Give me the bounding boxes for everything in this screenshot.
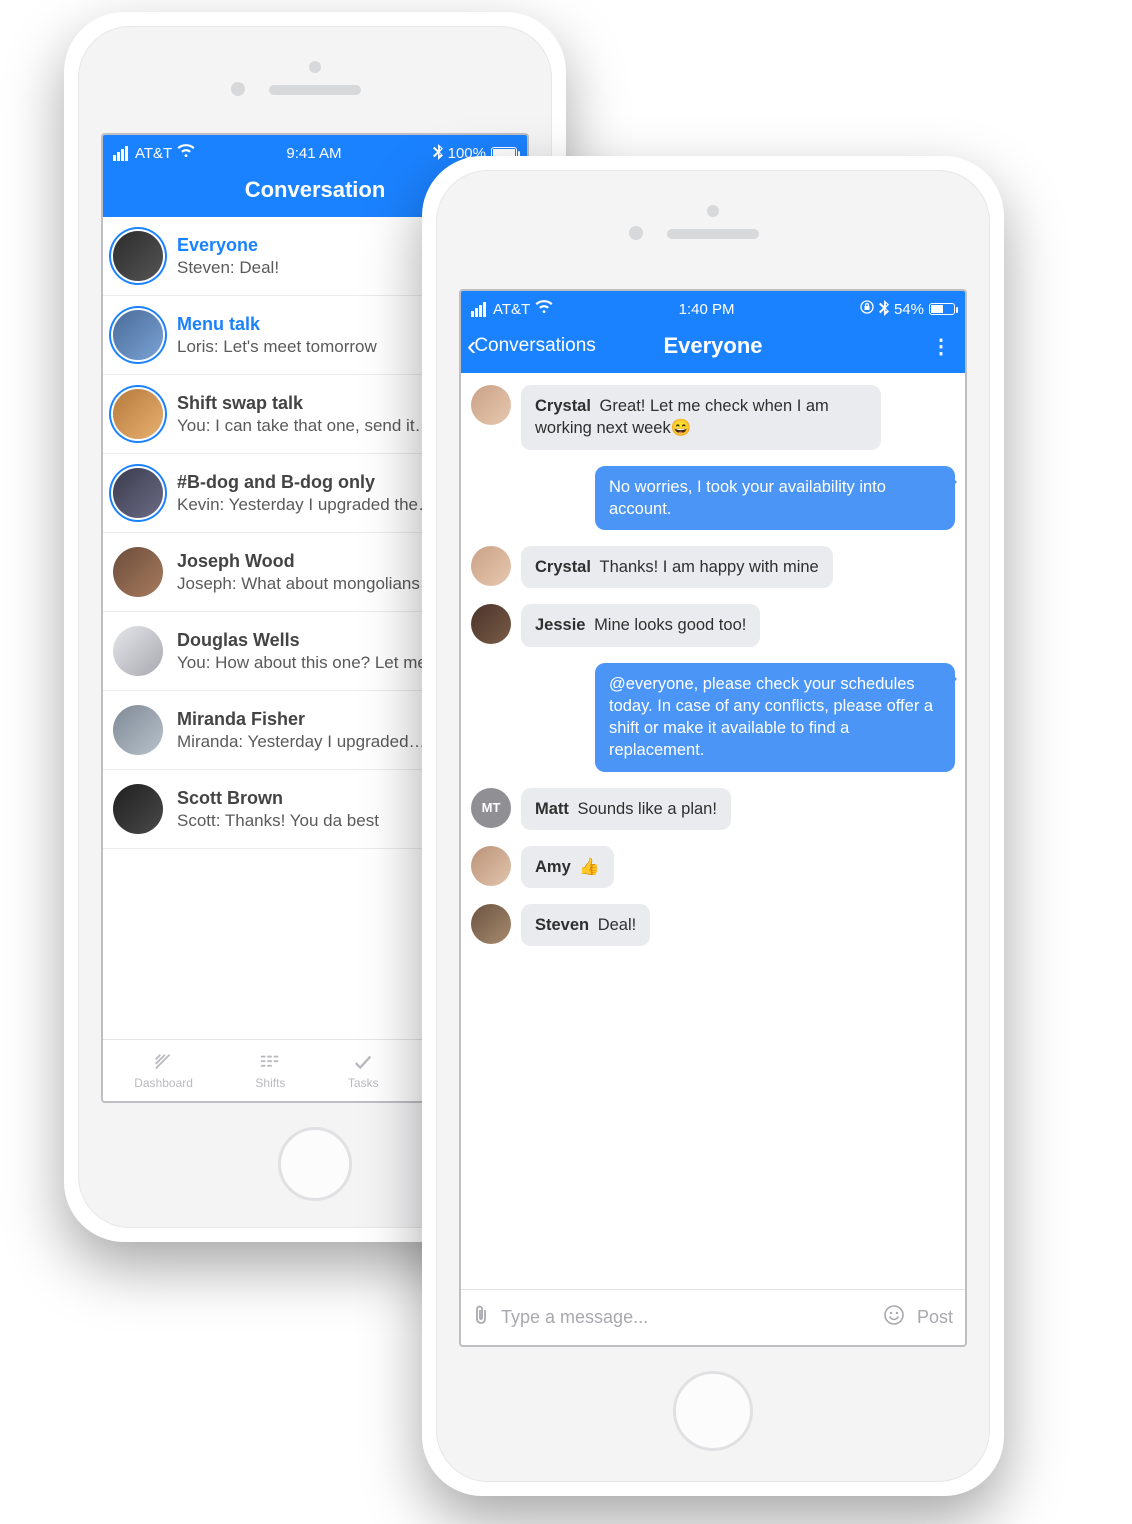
more-icon[interactable]: ⋮ [931, 334, 951, 359]
orientation-lock-icon [860, 300, 874, 318]
battery-percent: 54% [894, 301, 924, 318]
battery-icon [929, 303, 955, 315]
composer: Type a message... Post [461, 1289, 965, 1345]
front-camera [629, 226, 643, 240]
back-label: Conversations [474, 335, 595, 357]
signal-icon [113, 146, 128, 161]
avatar [113, 784, 163, 834]
chat-thread[interactable]: Crystal Great! Let me check when I am wo… [461, 373, 965, 1289]
message-bubble[interactable]: Jessie Mine looks good too! [521, 604, 760, 646]
avatar [113, 468, 163, 518]
message-in: Crystal Great! Let me check when I am wo… [471, 385, 955, 450]
sender-name: Amy [535, 858, 575, 876]
avatar [113, 231, 163, 281]
header-title: Everyone [663, 333, 762, 359]
tab-dashboard[interactable]: Dashboard [134, 1052, 193, 1090]
sender-name: Steven [535, 916, 594, 934]
avatar [471, 385, 511, 425]
speaker [269, 85, 361, 95]
sensor-dot [309, 61, 321, 73]
sender-name: Jessie [535, 616, 590, 634]
message-bubble[interactable]: Steven Deal! [521, 904, 650, 946]
carrier-label: AT&T [493, 301, 530, 318]
tab-tasks[interactable]: Tasks [348, 1052, 379, 1090]
message-bubble[interactable]: Crystal Thanks! I am happy with mine [521, 546, 833, 588]
message-input[interactable]: Type a message... [501, 1307, 871, 1328]
message-in: Steven Deal! [471, 904, 955, 946]
attach-icon[interactable] [473, 1304, 489, 1331]
sender-name: Matt [535, 800, 574, 818]
post-button[interactable]: Post [917, 1307, 953, 1328]
screen-chat: AT&T 1:40 PM 54% [459, 289, 967, 1347]
message-bubble[interactable]: No worries, I took your availability int… [595, 466, 955, 531]
header: ‹ Conversations Everyone ⋮ [461, 327, 965, 373]
tab-label: Dashboard [134, 1076, 193, 1090]
avatar [471, 604, 511, 644]
back-button[interactable]: ‹ Conversations [467, 335, 596, 357]
home-button[interactable] [673, 1371, 753, 1451]
message-bubble[interactable]: Amy 👍 [521, 846, 614, 888]
sensor-dot [707, 205, 719, 217]
clock: 9:41 AM [286, 145, 341, 162]
avatar [471, 846, 511, 886]
tab-label: Shifts [255, 1076, 285, 1090]
home-button[interactable] [278, 1127, 352, 1201]
header-title: Conversation [245, 177, 386, 203]
wifi-icon [177, 144, 195, 162]
avatar [113, 705, 163, 755]
front-camera [231, 82, 245, 96]
avatar: MT [471, 788, 511, 828]
bluetooth-icon [433, 144, 443, 163]
message-in: MTMatt Sounds like a plan! [471, 788, 955, 830]
message-bubble[interactable]: @everyone, please check your schedules t… [595, 663, 955, 772]
avatar [113, 310, 163, 360]
speaker [667, 229, 759, 239]
message-in: Amy 👍 [471, 846, 955, 888]
message-out: No worries, I took your availability int… [471, 466, 955, 531]
avatar [113, 626, 163, 676]
sender-name: Crystal [535, 397, 596, 415]
message-out: @everyone, please check your schedules t… [471, 663, 955, 772]
avatar [471, 904, 511, 944]
bluetooth-icon [879, 300, 889, 319]
tab-shifts[interactable]: Shifts [255, 1052, 285, 1090]
emoji-icon[interactable] [883, 1304, 905, 1331]
message-bubble[interactable]: Crystal Great! Let me check when I am wo… [521, 385, 881, 450]
status-bar: AT&T 1:40 PM 54% [461, 291, 965, 327]
avatar [113, 547, 163, 597]
tab-label: Tasks [348, 1076, 379, 1090]
message-bubble[interactable]: Matt Sounds like a plan! [521, 788, 731, 830]
message-in: Jessie Mine looks good too! [471, 604, 955, 646]
phone-bezel: AT&T 1:40 PM 54% [436, 170, 990, 1482]
signal-icon [471, 302, 486, 317]
avatar [113, 389, 163, 439]
wifi-icon [535, 300, 553, 318]
message-in: Crystal Thanks! I am happy with mine [471, 546, 955, 588]
avatar [471, 546, 511, 586]
carrier-label: AT&T [135, 145, 172, 162]
sender-name: Crystal [535, 558, 596, 576]
clock: 1:40 PM [679, 301, 735, 318]
phone-right: AT&T 1:40 PM 54% [422, 156, 1004, 1496]
